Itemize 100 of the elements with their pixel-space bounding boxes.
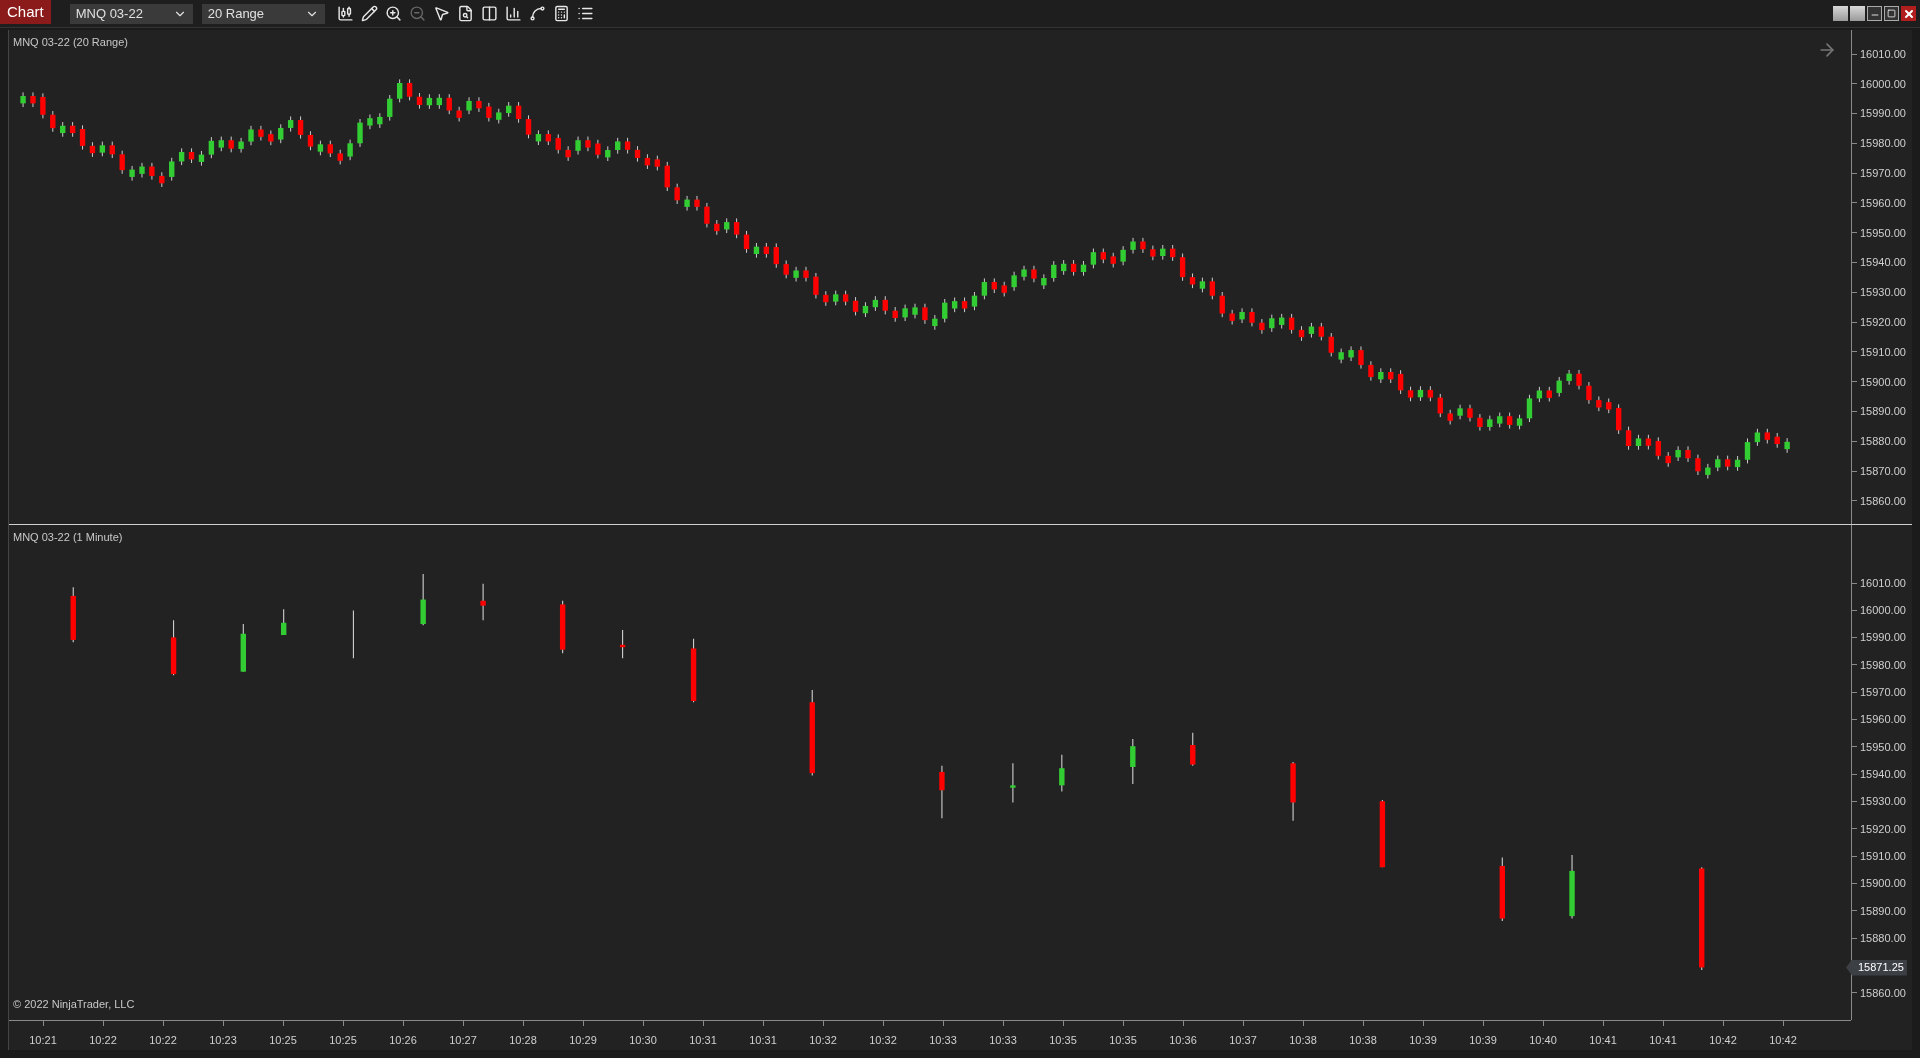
price-label: 15880.00 — [1860, 931, 1906, 946]
price-label: 15880.00 — [1860, 434, 1906, 450]
line-chart-icon[interactable] — [528, 4, 547, 23]
price-label: 15860.00 — [1860, 493, 1906, 509]
time-label: 10:31 — [749, 1033, 777, 1048]
candlestick — [1499, 856, 1505, 922]
time-label: 10:32 — [809, 1033, 837, 1048]
minimize-button[interactable] — [1867, 6, 1882, 21]
price-label: 15910.00 — [1860, 849, 1906, 865]
time-label: 10:30 — [629, 1033, 657, 1048]
price-label: 15970.00 — [1860, 165, 1906, 181]
bar-chart-icon[interactable] — [504, 4, 523, 23]
time-label: 10:35 — [1109, 1033, 1137, 1048]
time-label: 10:42 — [1709, 1033, 1737, 1048]
period-dropdown[interactable]: 20 Range — [201, 3, 325, 24]
price-label: 15960.00 — [1860, 712, 1906, 728]
maximize-button[interactable] — [1884, 6, 1899, 21]
time-label: 10:38 — [1289, 1033, 1317, 1048]
time-label: 10:33 — [929, 1033, 957, 1048]
candlestick — [281, 608, 287, 636]
time-label: 10:32 — [869, 1033, 897, 1048]
time-label: 10:25 — [329, 1033, 357, 1048]
copyright-text: © 2022 NinjaTrader, LLC — [13, 996, 135, 1012]
price-label: 15990.00 — [1860, 106, 1906, 122]
pencil-icon[interactable] — [360, 4, 379, 23]
time-label: 10:36 — [1169, 1033, 1197, 1048]
candlestick — [1569, 854, 1575, 920]
candlestick — [1379, 799, 1386, 868]
chart-title: MNQ 03-22 (20 Range) — [13, 35, 128, 50]
price-label: 15970.00 — [1860, 685, 1906, 701]
instrument-dropdown[interactable]: MNQ 03-22 — [69, 3, 193, 24]
time-label: 10:37 — [1229, 1033, 1257, 1048]
zoom-in-icon[interactable] — [384, 4, 403, 23]
time-label: 10:41 — [1589, 1033, 1617, 1048]
price-label: 16010.00 — [1860, 575, 1906, 591]
calculator-icon[interactable] — [552, 4, 571, 23]
time-label: 10:33 — [989, 1033, 1017, 1048]
candlestick — [939, 765, 945, 819]
time-label: 10:22 — [149, 1033, 177, 1048]
time-label: 10:29 — [569, 1033, 597, 1048]
candlestick — [420, 573, 426, 626]
price-label: 15910.00 — [1860, 344, 1906, 360]
time-label: 10:39 — [1469, 1033, 1497, 1048]
price-label: 15940.00 — [1860, 255, 1906, 271]
close-icon — [1902, 7, 1915, 20]
price-label: 15940.00 — [1860, 767, 1906, 783]
candlestick — [480, 583, 486, 621]
time-label: 10:27 — [449, 1033, 477, 1048]
price-label: 15900.00 — [1860, 374, 1906, 390]
time-label: 10:26 — [389, 1033, 417, 1048]
candlestick — [170, 619, 177, 676]
price-label: 15950.00 — [1860, 739, 1906, 755]
price-label: 15920.00 — [1860, 314, 1906, 330]
price-label: 15960.00 — [1860, 195, 1906, 211]
price-label: 15950.00 — [1860, 225, 1906, 241]
price-label: 15990.00 — [1860, 630, 1906, 646]
price-label: 15980.00 — [1860, 136, 1906, 152]
price-label: 16000.00 — [1860, 76, 1906, 92]
candlestick — [1130, 738, 1136, 785]
candlestick — [352, 610, 354, 659]
time-label: 10:22 — [89, 1033, 117, 1048]
price-label: 15920.00 — [1860, 821, 1906, 837]
time-label: 10:35 — [1049, 1033, 1077, 1048]
chart-title: MNQ 03-22 (1 Minute) — [13, 530, 123, 545]
candlestick — [240, 623, 246, 673]
price-label: 16010.00 — [1860, 46, 1906, 62]
price-label: 15870.00 — [1860, 463, 1906, 479]
close-button[interactable] — [1901, 6, 1916, 21]
candlestick-icon[interactable] — [336, 4, 355, 23]
chart-tab[interactable]: Chart — [0, 0, 51, 24]
time-label: 10:39 — [1409, 1033, 1437, 1048]
time-label: 10:25 — [269, 1033, 297, 1048]
candlestick — [1010, 762, 1016, 803]
time-label: 10:40 — [1529, 1033, 1557, 1048]
price-label: 15980.00 — [1860, 657, 1906, 673]
maximize-icon — [1887, 9, 1896, 18]
time-label: 10:31 — [689, 1033, 717, 1048]
panels-icon[interactable] — [480, 4, 499, 23]
time-label: 10:42 — [1769, 1033, 1797, 1048]
price-label: 15890.00 — [1860, 903, 1906, 919]
time-label: 10:41 — [1649, 1033, 1677, 1048]
candlestick — [690, 638, 697, 703]
time-label: 10:28 — [509, 1033, 537, 1048]
price-label: 15860.00 — [1860, 985, 1906, 1001]
pointer-icon[interactable] — [432, 4, 451, 23]
price-label: 15890.00 — [1860, 404, 1906, 420]
document-search-icon[interactable] — [456, 4, 475, 23]
candlestick — [619, 629, 626, 659]
last-price-tag: 15871.25 — [1846, 959, 1907, 976]
price-label: 15930.00 — [1860, 285, 1906, 301]
candlestick — [1059, 754, 1065, 792]
candlestick — [1190, 732, 1196, 767]
price-label: 16000.00 — [1860, 603, 1906, 619]
time-label: 10:21 — [29, 1033, 57, 1048]
time-label: 10:23 — [209, 1033, 237, 1048]
candlestick — [1290, 761, 1296, 822]
candlestick — [559, 600, 566, 654]
price-label: 15900.00 — [1860, 876, 1906, 892]
price-label: 15930.00 — [1860, 794, 1906, 810]
time-label: 10:38 — [1349, 1033, 1377, 1048]
